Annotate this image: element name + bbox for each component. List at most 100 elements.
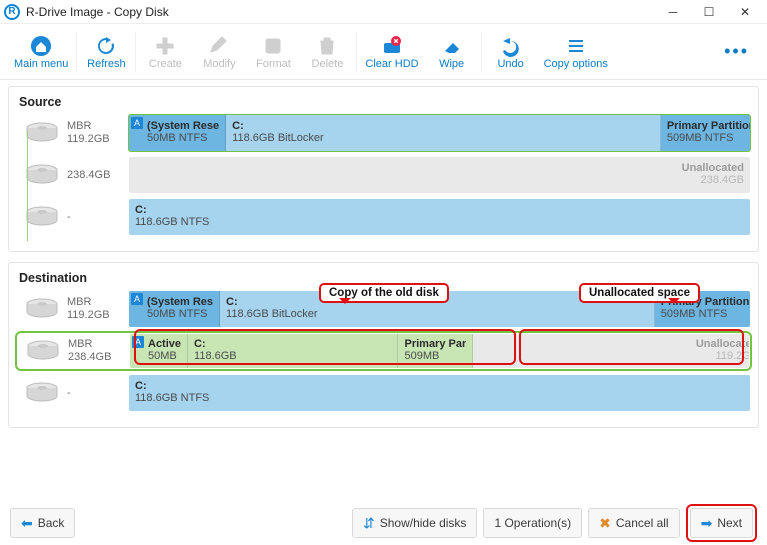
back-button[interactable]: ⬅ Back [10,508,75,538]
disk-row[interactable]: -C:118.6GB NTFS [17,375,750,411]
disk-scheme: MBR [67,296,129,309]
disk-scheme: MBR [68,338,130,351]
wipe-button[interactable]: Wipe [425,26,479,78]
disk-meta: - [67,199,129,235]
partition-sub: 509MB NTFS [661,309,750,321]
partition-title: (System Res [147,297,213,309]
annotation-next-box: ➡ Next [686,504,757,542]
copy-options-button[interactable]: Copy options [538,26,614,78]
wipe-label: Wipe [439,58,464,70]
disk-meta: 238.4GB [67,157,129,193]
partition[interactable]: C:118.6GB BitLocker [226,115,661,151]
disk-row[interactable]: -C:118.6GB NTFS [17,199,750,235]
pencil-icon [208,34,230,58]
more-button[interactable]: ••• [714,41,759,62]
partition-sub: 118.6GB NTFS [135,393,744,405]
partition[interactable]: A(System Res50MB NTFS [129,291,220,327]
clear-hdd-icon [381,34,403,58]
disk-row[interactable]: 238.4GBUnallocated238.4GB [17,157,750,193]
disk-meta: MBR119.2GB [67,115,129,151]
disk-size: 119.2GB [67,309,129,322]
disk-meta: MBR238.4GB [68,334,130,368]
format-icon: FS [262,34,284,58]
window-title: R-Drive Image - Copy Disk [26,5,655,19]
show-hide-label: Show/hide disks [380,516,467,530]
partition-sub: 50MB NTFS [147,133,219,145]
partition-sub: 119.2GB [479,351,749,363]
partition-bar[interactable]: A(System Res50MB NTFSC:118.6GB BitLocker… [129,291,750,327]
arrow-right-icon: ➡ [701,515,713,532]
refresh-button[interactable]: Refresh [79,26,133,78]
next-label: Next [717,516,742,530]
disk-icon-cell [17,115,67,151]
partition-bar[interactable]: C:118.6GB NTFS [129,375,750,411]
partition-title: Primary Par [404,339,466,351]
list-icon [565,34,587,58]
partition[interactable]: C:118.6GB NTFS [129,199,750,235]
disk-size: - [67,387,129,400]
partition-title: C: [135,381,744,393]
partition[interactable]: Unallocated119.2GB [473,334,749,368]
partition-title: C: [135,205,744,217]
operations-button[interactable]: 1 Operation(s) [483,508,582,538]
partition[interactable]: Primary Partition509MB NTFS [661,115,750,151]
main-menu-label: Main menu [14,58,68,70]
back-label: Back [38,516,65,530]
clear-hdd-label: Clear HDD [365,58,418,70]
disk-size: - [67,211,129,224]
destination-heading: Destination [17,269,750,291]
disk-scheme: MBR [67,120,129,133]
partition[interactable]: A(System Rese50MB NTFS [129,115,226,151]
app-icon: R [4,4,20,20]
partition-title: Primary Partition [661,297,750,309]
undo-button[interactable]: Undo [484,26,538,78]
partition-title: C: [226,297,648,309]
partition[interactable]: Primary Partition509MB NTFS [655,291,750,327]
footer: ⬅ Back ⇵ Show/hide disks 1 Operation(s) … [0,501,767,545]
partition[interactable]: C:118.6GB [188,334,398,368]
partition[interactable]: Primary Par509MB [398,334,473,368]
partition-title: C: [232,121,654,133]
partition-sub: 238.4GB [135,175,744,187]
main-menu-button[interactable]: Main menu [8,26,74,78]
partition-bar[interactable]: AActive50MBC:118.6GBPrimary Par509MBUnal… [130,334,749,368]
partition-bar[interactable]: Unallocated238.4GB [129,157,750,193]
maximize-button[interactable]: ☐ [691,1,727,23]
disk-row[interactable]: MBR119.2GBA(System Res50MB NTFSC:118.6GB… [17,291,750,327]
disk-row[interactable]: MBR119.2GBA(System Rese50MB NTFSC:118.6G… [17,115,750,151]
active-badge: A [131,293,143,305]
next-button[interactable]: ➡ Next [690,508,753,538]
cancel-all-label: Cancel all [616,516,669,530]
partition[interactable]: C:118.6GB BitLocker [220,291,655,327]
close-button[interactable]: ✕ [727,1,763,23]
undo-label: Undo [497,58,523,70]
partition[interactable]: Unallocated238.4GB [129,157,750,193]
undo-icon [500,34,522,58]
partition-sub: 118.6GB [194,351,391,363]
cancel-all-button[interactable]: ✖ Cancel all [588,508,679,538]
partition-title: Primary Partition [667,121,750,133]
active-badge: A [132,336,144,348]
partition[interactable]: AActive50MB [130,334,188,368]
disk-size: 238.4GB [67,169,129,182]
partition[interactable]: C:118.6GB NTFS [129,375,750,411]
format-label: Format [256,58,291,70]
partition-sub: 509MB [404,351,466,363]
disk-row[interactable]: MBR238.4GBAActive50MBC:118.6GBPrimary Pa… [17,333,750,369]
format-button: FS Format [246,26,300,78]
modify-button: Modify [192,26,246,78]
clear-hdd-button[interactable]: Clear HDD [359,26,424,78]
disk-icon-cell [17,157,67,193]
partition-bar[interactable]: A(System Rese50MB NTFSC:118.6GB BitLocke… [129,115,750,151]
delete-label: Delete [312,58,344,70]
minimize-button[interactable]: ─ [655,1,691,23]
disk-size: 119.2GB [67,133,129,146]
show-hide-disks-button[interactable]: ⇵ Show/hide disks [352,508,477,538]
create-label: Create [149,58,182,70]
titlebar: R R-Drive Image - Copy Disk ─ ☐ ✕ [0,0,767,24]
eraser-icon [441,34,463,58]
delete-button: Delete [300,26,354,78]
destination-panel: Destination MBR119.2GBA(System Res50MB N… [8,262,759,428]
partition-title: Unallocated [135,163,744,175]
partition-bar[interactable]: C:118.6GB NTFS [129,199,750,235]
